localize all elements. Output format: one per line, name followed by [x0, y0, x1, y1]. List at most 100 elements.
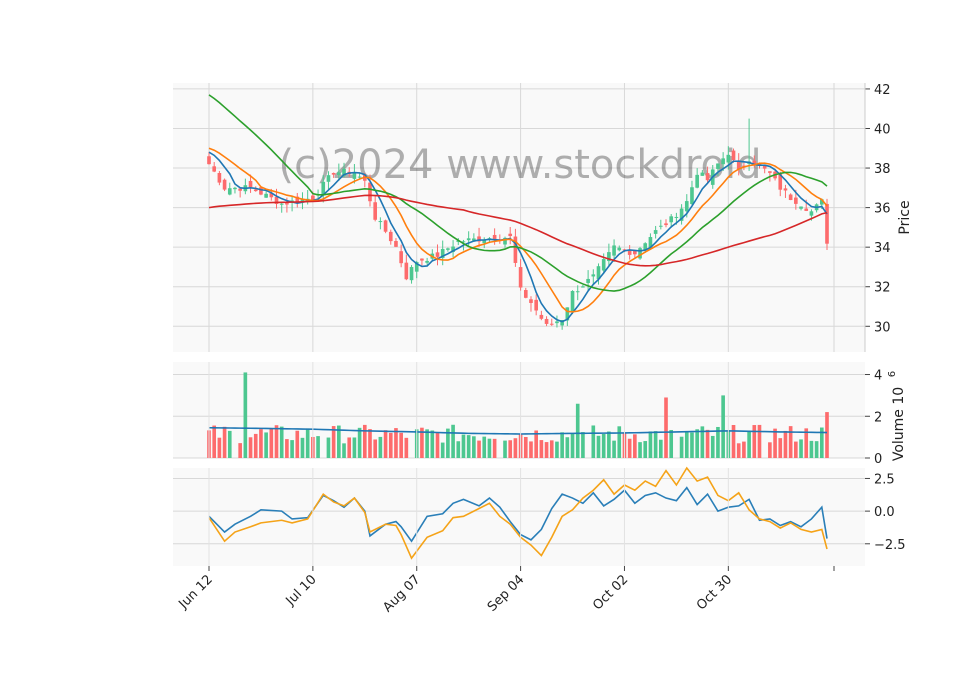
volume-bar — [736, 443, 741, 458]
volume-bar — [825, 412, 829, 458]
candle-body — [259, 187, 263, 195]
volume-bar — [555, 441, 559, 458]
volume-axis-label: Volume 10 — [891, 387, 907, 461]
volume-bar — [794, 441, 798, 458]
candle-body — [601, 259, 606, 271]
volume-bar — [643, 441, 648, 458]
oscillator-plot-area — [173, 468, 865, 566]
candle-body — [653, 230, 658, 234]
volume-bar — [560, 432, 564, 458]
volume-y-tick-label: 2 — [874, 410, 882, 425]
candle-body — [466, 238, 471, 241]
volume-bar — [399, 432, 403, 458]
volume-y-tick-label: 0 — [874, 452, 882, 467]
price-y-tick-label: 30 — [874, 320, 891, 335]
candle-body — [586, 278, 590, 283]
candle-body — [799, 206, 803, 209]
candle-body — [394, 241, 398, 247]
candle-body — [664, 223, 668, 226]
candle-body — [794, 197, 798, 204]
volume-bar — [549, 440, 554, 458]
price-y-tick-label: 40 — [874, 122, 891, 137]
volume-bar — [508, 440, 513, 458]
volume-bar — [492, 438, 497, 458]
volume-bar — [295, 430, 300, 458]
volume-bar — [627, 438, 632, 458]
volume-bar — [809, 440, 814, 458]
x-tick-label: Oct 02 — [590, 572, 631, 613]
candle-body — [570, 290, 575, 312]
x-tick-label: Aug 07 — [380, 572, 423, 615]
candle-body — [446, 248, 450, 250]
candle-body — [331, 172, 336, 175]
volume-bar — [742, 441, 746, 458]
candle-body — [591, 274, 596, 277]
candle-body — [409, 267, 414, 281]
volume-bar — [451, 424, 455, 458]
stock-chart: 30323436384042(c)2024 www.stockdroidPric… — [173, 83, 913, 615]
volume-bar — [638, 442, 642, 458]
volume-bar — [695, 429, 699, 458]
volume-bar — [747, 431, 751, 458]
volume-bar — [477, 440, 481, 458]
candle-body — [212, 166, 217, 172]
volume-bar — [362, 424, 367, 458]
candle-body — [700, 172, 705, 176]
volume-bar — [575, 403, 580, 458]
candle-body — [768, 171, 772, 173]
candle-body — [555, 321, 559, 324]
candle-body — [435, 252, 440, 257]
volume-bar — [274, 425, 279, 458]
volume-bar — [653, 431, 658, 458]
volume-bar — [456, 441, 461, 458]
candle-body — [326, 175, 331, 182]
volume-bar — [648, 431, 653, 458]
candle-body — [726, 154, 731, 163]
candle-body — [788, 194, 793, 201]
x-tick-label: Jul 10 — [283, 572, 320, 609]
candle-body — [425, 260, 429, 263]
price-y-tick-label: 32 — [874, 281, 891, 296]
volume-bar — [378, 436, 383, 458]
candle-body — [399, 251, 403, 264]
candle-body — [383, 220, 388, 232]
candle-body — [227, 188, 232, 195]
volume-bar — [404, 437, 409, 458]
volume-bar — [757, 424, 762, 458]
x-tick-label: Oct 30 — [694, 572, 735, 613]
candle-body — [575, 291, 580, 293]
volume-bar — [347, 437, 352, 458]
candle-body — [534, 299, 538, 311]
candle-body — [529, 299, 533, 303]
watermark: (c)2024 www.stockdroid — [279, 142, 762, 188]
price-y-tick-label: 42 — [874, 83, 891, 98]
volume-axis-exponent: 6 — [887, 371, 898, 377]
candle-body — [248, 180, 253, 188]
price-y-tick-label: 34 — [874, 241, 891, 256]
candle-body — [783, 188, 788, 191]
price-plot-area — [173, 83, 865, 352]
candle-body — [352, 172, 357, 179]
volume-bar — [612, 440, 616, 458]
candle-body — [705, 173, 710, 181]
candle-body — [638, 248, 642, 259]
volume-bar — [217, 437, 222, 458]
volume-bar — [259, 429, 263, 458]
volume-bar — [357, 427, 362, 458]
volume-bar — [544, 442, 549, 458]
candle-body — [207, 156, 211, 165]
candle-body — [523, 290, 528, 298]
oscillator-y-tick-label: 0.0 — [874, 505, 895, 520]
volume-bar — [368, 429, 372, 458]
volume-bar — [633, 434, 637, 458]
candle-body — [233, 187, 237, 190]
volume-bar — [513, 438, 518, 458]
candle-body — [388, 231, 393, 242]
candle-body — [508, 233, 513, 237]
volume-bar — [752, 425, 757, 458]
candle-body — [404, 262, 409, 280]
candle-body — [612, 245, 616, 256]
volume-bar — [290, 440, 294, 458]
volume-bar — [503, 440, 507, 458]
volume-bar — [799, 439, 803, 458]
